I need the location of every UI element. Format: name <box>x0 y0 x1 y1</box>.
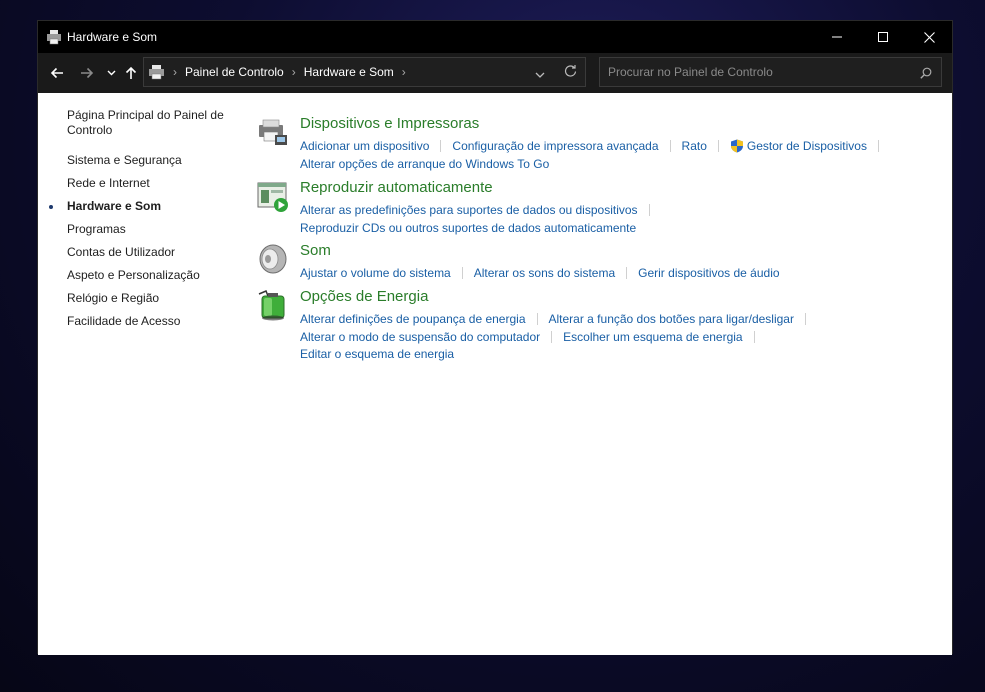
forward-button[interactable] <box>77 61 97 85</box>
link-row: Reproduzir CDs ou outros suportes de dad… <box>300 221 636 235</box>
speaker-icon[interactable] <box>256 242 290 276</box>
link-choose-power-plan[interactable]: Escolher um esquema de energia <box>563 330 742 344</box>
chevron-down-icon <box>107 70 115 76</box>
link-edit-power-plan[interactable]: Editar o esquema de energia <box>300 347 454 361</box>
link-power-saving-settings[interactable]: Alterar definições de poupança de energi… <box>300 312 526 326</box>
link-row: Alterar definições de poupança de energi… <box>300 312 817 326</box>
navigation-bar: › Painel de Controlo › Hardware e Som › <box>38 53 952 93</box>
link-row: Alterar o modo de suspensão do computado… <box>300 330 766 344</box>
breadcrumb-chevron-icon[interactable]: › <box>292 65 296 79</box>
breadcrumb-chevron-icon[interactable]: › <box>402 65 406 79</box>
link-windows-to-go[interactable]: Alterar opções de arranque do Windows To… <box>300 157 549 171</box>
sidebar-home-link[interactable]: Página Principal do Painel de Controlo <box>67 108 237 138</box>
category-title[interactable]: Dispositivos e Impressoras <box>300 115 479 132</box>
link-sleep-mode[interactable]: Alterar o modo de suspensão do computado… <box>300 330 540 344</box>
divider <box>717 140 719 152</box>
sidebar-item-hardware-sound[interactable]: Hardware e Som <box>49 199 162 214</box>
divider <box>440 140 442 152</box>
link-mouse[interactable]: Rato <box>682 139 707 153</box>
link-row: Editar o esquema de energia <box>300 347 454 361</box>
link-row: Adicionar um dispositivo Configuração de… <box>300 139 890 153</box>
main-content: Página Principal do Painel de Controlo S… <box>38 93 952 655</box>
up-arrow-icon <box>125 66 137 79</box>
link-row: Ajustar o volume do sistema Alterar os s… <box>300 266 780 280</box>
category-title[interactable]: Opções de Energia <box>300 288 428 305</box>
divider <box>551 331 553 343</box>
divider <box>626 267 628 279</box>
divider <box>461 267 463 279</box>
divider <box>669 140 671 152</box>
divider <box>804 313 806 325</box>
link-advanced-printer-setup[interactable]: Configuração de impressora avançada <box>452 139 658 153</box>
sidebar-item-network-internet[interactable]: Rede e Internet <box>67 176 150 191</box>
sidebar-item-programs[interactable]: Programas <box>67 222 126 237</box>
link-power-buttons[interactable]: Alterar a função dos botões para ligar/d… <box>549 312 794 326</box>
link-add-device[interactable]: Adicionar um dispositivo <box>300 139 429 153</box>
address-dropdown-button[interactable] <box>535 66 545 84</box>
minimize-button[interactable] <box>814 21 860 53</box>
uac-shield-icon <box>730 139 743 153</box>
sidebar-item-appearance[interactable]: Aspeto e Personalização <box>67 268 200 283</box>
sidebar-item-ease-of-access[interactable]: Facilidade de Acesso <box>67 314 180 329</box>
link-change-system-sounds[interactable]: Alterar os sons do sistema <box>474 266 615 280</box>
maximize-button[interactable] <box>860 21 906 53</box>
autoplay-icon[interactable] <box>256 179 290 213</box>
divider <box>536 313 538 325</box>
link-row: Alterar opções de arranque do Windows To… <box>300 157 549 171</box>
battery-icon[interactable] <box>256 288 290 322</box>
refresh-button[interactable] <box>564 64 577 82</box>
refresh-icon <box>564 65 577 77</box>
printer-location-icon <box>149 65 164 80</box>
link-manage-audio-devices[interactable]: Gerir dispositivos de áudio <box>638 266 779 280</box>
printer-icon[interactable] <box>256 115 290 149</box>
address-bar[interactable]: › Painel de Controlo › Hardware e Som › <box>143 57 586 87</box>
category-title[interactable]: Reproduzir automaticamente <box>300 179 493 196</box>
link-autoplay-defaults[interactable]: Alterar as predefinições para suportes d… <box>300 203 638 217</box>
divider <box>877 140 879 152</box>
divider <box>648 204 650 216</box>
link-play-cds-automatically[interactable]: Reproduzir CDs ou outros suportes de dad… <box>300 221 636 235</box>
sidebar-item-clock-region[interactable]: Relógio e Região <box>67 291 159 306</box>
link-device-manager[interactable]: Gestor de Dispositivos <box>747 139 867 153</box>
category-title[interactable]: Som <box>300 242 331 259</box>
sidebar-item-user-accounts[interactable]: Contas de Utilizador <box>67 245 175 260</box>
divider <box>753 331 755 343</box>
minimize-icon <box>832 36 842 38</box>
control-panel-window: Hardware e Som › Painel de Controlo › Ha… <box>37 20 953 655</box>
sidebar-item-label: Hardware e Som <box>67 199 162 213</box>
breadcrumb-chevron-icon: › <box>173 65 177 79</box>
active-bullet-icon <box>49 205 53 209</box>
link-row: Alterar as predefinições para suportes d… <box>300 203 661 217</box>
close-button[interactable] <box>906 21 952 53</box>
search-button[interactable] <box>920 66 932 84</box>
breadcrumb-hardware-sound[interactable]: Hardware e Som <box>304 65 394 79</box>
title-bar[interactable]: Hardware e Som <box>38 21 952 53</box>
chevron-down-icon <box>535 72 545 78</box>
maximize-icon <box>878 32 888 42</box>
close-icon <box>923 31 935 43</box>
sidebar-item-system-security[interactable]: Sistema e Segurança <box>67 153 182 168</box>
search-input[interactable] <box>608 65 908 79</box>
breadcrumb-control-panel[interactable]: Painel de Controlo <box>185 65 284 79</box>
search-icon <box>920 67 932 79</box>
search-box[interactable] <box>599 57 942 87</box>
link-adjust-volume[interactable]: Ajustar o volume do sistema <box>300 266 451 280</box>
window-title: Hardware e Som <box>67 30 158 44</box>
back-arrow-icon <box>50 67 63 79</box>
forward-arrow-icon <box>81 67 94 79</box>
printer-app-icon <box>47 30 61 45</box>
up-button[interactable] <box>122 61 140 85</box>
recent-locations-button[interactable] <box>104 61 118 85</box>
back-button[interactable] <box>47 61 67 85</box>
